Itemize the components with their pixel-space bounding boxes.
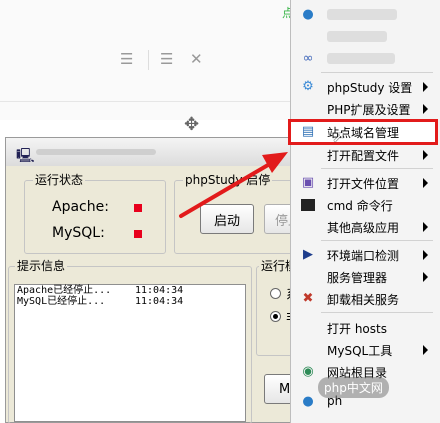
annotation-arrow: [179, 152, 288, 218]
annotation-arrow-head: [262, 152, 288, 173]
watermark: php中文网: [318, 377, 389, 398]
annotation-arrow-shaft: [179, 163, 270, 218]
